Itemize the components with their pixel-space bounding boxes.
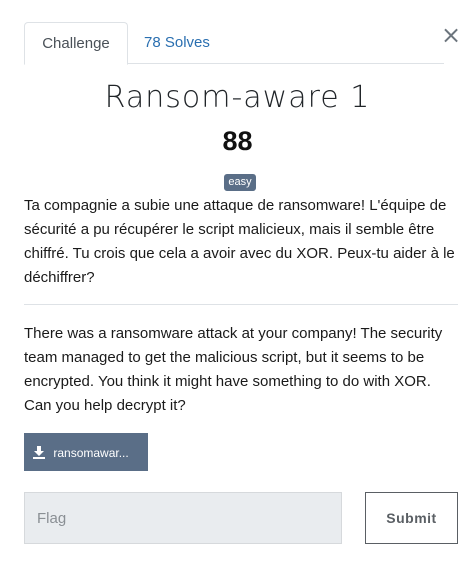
tab-challenge[interactable]: Challenge [24, 22, 128, 65]
difficulty-badge: easy [224, 174, 256, 191]
flag-input[interactable] [24, 492, 342, 544]
description-french: Ta compagnie a subie une attaque de rans… [24, 197, 455, 286]
download-icon [33, 445, 45, 459]
download-file-button[interactable]: ransomawar... [24, 433, 148, 471]
challenge-title: Ransom-aware 1 [104, 80, 371, 115]
tab-bar: Challenge 78 Solves [24, 22, 444, 65]
description-english: There was a ransomware attack at your co… [24, 325, 443, 414]
tab-challenge-label: Challenge [42, 35, 110, 52]
challenge-points: 88 [222, 126, 253, 156]
tab-solves[interactable]: 78 Solves [144, 22, 210, 64]
tab-solves-label: 78 Solves [144, 34, 210, 51]
divider [24, 304, 458, 305]
submit-button[interactable]: Submit [365, 492, 458, 544]
file-name: ransomawar... [53, 445, 129, 460]
